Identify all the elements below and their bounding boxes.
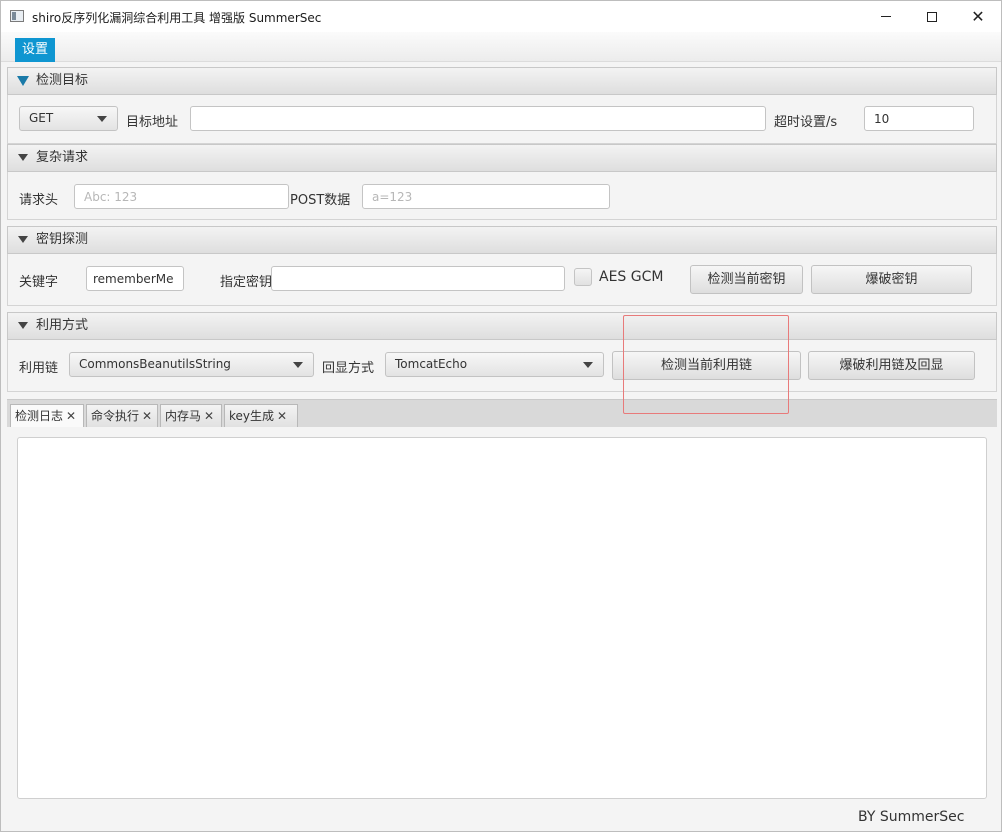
- collapse-arrow-icon: [17, 76, 29, 86]
- echo-value: TomcatEcho: [395, 357, 468, 371]
- key-detect-title: 密钥探测: [36, 232, 89, 247]
- echo-label: 回显方式: [322, 361, 375, 376]
- exploit-body: 利用链 CommonsBeanutilsString 回显方式 TomcatEc…: [7, 340, 997, 392]
- close-button[interactable]: ✕: [955, 1, 1001, 32]
- key-detect-header[interactable]: 密钥探测: [7, 226, 997, 254]
- chevron-down-icon: [97, 116, 107, 122]
- title-bar: shiro反序列化漏洞综合利用工具 增强版 SummerSec ✕: [1, 1, 1001, 32]
- chevron-down-icon: [583, 362, 593, 368]
- key-detect-body: 关键字 指定密钥 AES GCM 检测当前密钥 爆破密钥: [7, 254, 997, 306]
- timeout-input[interactable]: [864, 106, 974, 131]
- close-tab-icon[interactable]: ✕: [142, 409, 152, 423]
- close-icon: ✕: [971, 7, 985, 26]
- chevron-down-icon: [293, 362, 303, 368]
- maximize-button[interactable]: [909, 1, 955, 32]
- tab-detect-log[interactable]: 检测日志 ✕: [10, 404, 84, 429]
- app-window: shiro反序列化漏洞综合利用工具 增强版 SummerSec ✕ 设置 检测目…: [0, 0, 1002, 832]
- tab-key-generate[interactable]: key生成 ✕: [224, 404, 298, 428]
- window-title: shiro反序列化漏洞综合利用工具 增强版 SummerSec: [32, 11, 322, 25]
- method-value: GET: [29, 111, 54, 125]
- exploit-header[interactable]: 利用方式: [7, 312, 997, 340]
- collapse-arrow-icon: [18, 154, 28, 161]
- tab-label: key生成: [229, 409, 275, 423]
- tab-bar: 检测日志 ✕ 命令执行 ✕ 内存马 ✕ key生成 ✕: [7, 399, 997, 429]
- complex-request-header[interactable]: 复杂请求: [7, 144, 997, 172]
- timeout-label: 超时设置/s: [774, 115, 838, 130]
- tab-label: 内存马: [165, 409, 202, 423]
- footer-credit: BY SummerSec: [858, 809, 965, 825]
- menu-settings[interactable]: 设置: [15, 38, 56, 62]
- target-section-title: 检测目标: [36, 73, 89, 88]
- aes-gcm-label: AES GCM: [599, 269, 664, 285]
- tab-memshell[interactable]: 内存马 ✕: [160, 404, 222, 428]
- post-data-input[interactable]: [362, 184, 610, 209]
- post-data-label: POST数据: [290, 193, 351, 208]
- complex-request-body: 请求头 POST数据: [7, 172, 997, 220]
- tab-content: [7, 427, 997, 807]
- method-select[interactable]: GET: [19, 106, 118, 131]
- close-tab-icon[interactable]: ✕: [204, 409, 214, 423]
- app-icon: [10, 10, 24, 22]
- echo-select[interactable]: TomcatEcho: [385, 352, 604, 377]
- key-input[interactable]: [271, 266, 565, 291]
- complex-request-title: 复杂请求: [36, 150, 89, 165]
- chain-label: 利用链: [19, 361, 59, 376]
- chain-select[interactable]: CommonsBeanutilsString: [69, 352, 314, 377]
- brute-key-button[interactable]: 爆破密钥: [811, 265, 972, 294]
- collapse-arrow-icon: [18, 322, 28, 329]
- tab-label: 检测日志: [15, 409, 64, 423]
- close-tab-icon[interactable]: ✕: [66, 409, 76, 423]
- chain-value: CommonsBeanutilsString: [79, 357, 231, 371]
- url-input[interactable]: [190, 106, 766, 131]
- target-section-body: GET 目标地址 超时设置/s: [7, 95, 997, 144]
- tab-command-exec[interactable]: 命令执行 ✕: [86, 404, 158, 428]
- headers-label: 请求头: [19, 193, 59, 208]
- collapse-arrow-icon: [18, 236, 28, 243]
- detect-key-button[interactable]: 检测当前密钥: [690, 265, 803, 294]
- log-output-area[interactable]: [17, 437, 987, 799]
- headers-input[interactable]: [74, 184, 289, 209]
- minimize-button[interactable]: [863, 1, 909, 32]
- aes-gcm-checkbox[interactable]: [574, 268, 592, 286]
- exploit-title: 利用方式: [36, 318, 89, 333]
- brute-chain-button[interactable]: 爆破利用链及回显: [808, 351, 975, 380]
- detect-chain-button[interactable]: 检测当前利用链: [612, 351, 801, 380]
- keyword-input[interactable]: [86, 266, 184, 291]
- url-label: 目标地址: [126, 115, 179, 130]
- close-tab-icon[interactable]: ✕: [277, 409, 287, 423]
- key-label: 指定密钥: [220, 275, 273, 290]
- tab-label: 命令执行: [91, 409, 140, 423]
- menu-bar: 设置: [1, 32, 1001, 62]
- maximize-icon: [927, 11, 937, 22]
- keyword-label: 关键字: [19, 275, 59, 290]
- minimize-icon: [881, 16, 891, 17]
- target-section-header[interactable]: 检测目标: [7, 67, 997, 95]
